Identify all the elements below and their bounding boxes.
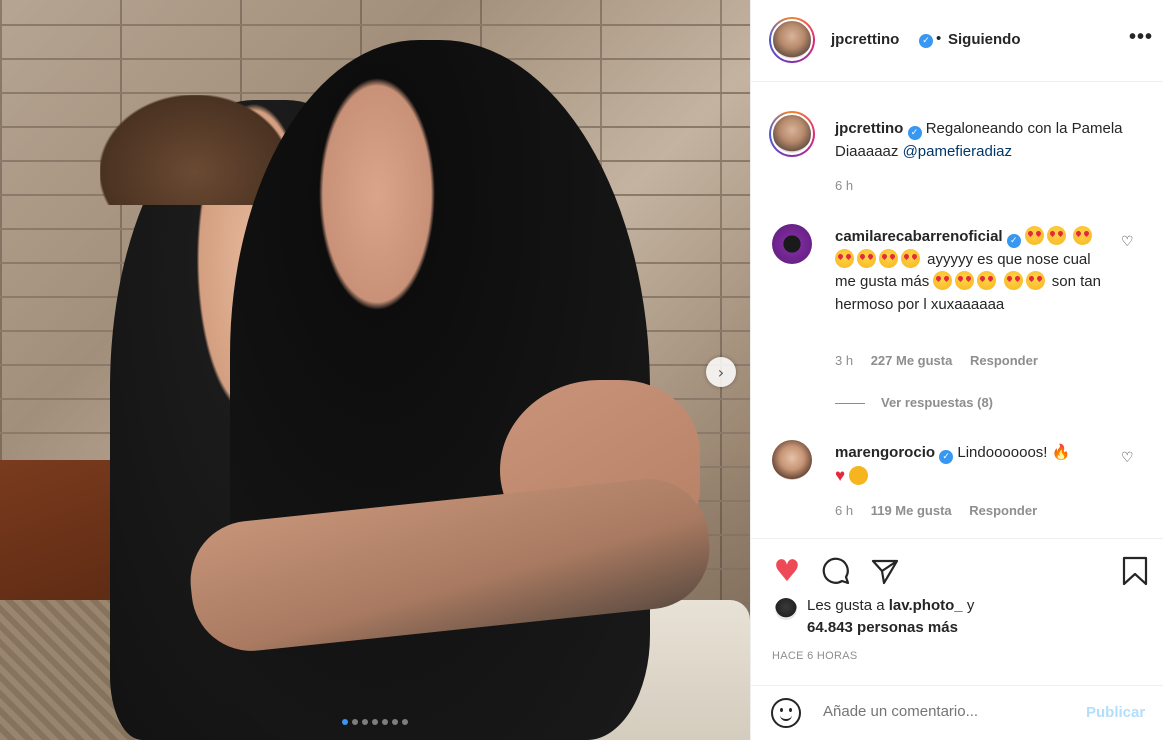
commenter-username[interactable]: camilarecabarrenoficial: [835, 228, 1003, 245]
author-avatar[interactable]: [769, 17, 815, 63]
comment-like-heart-icon[interactable]: ♡: [1121, 234, 1134, 250]
commenter-avatar[interactable]: [772, 224, 812, 264]
heart-eyes-emoji-icon: [1025, 271, 1045, 290]
comment-likes[interactable]: 119 Me gusta: [871, 503, 952, 518]
carousel-dot: [362, 719, 368, 725]
verified-badge-icon: ✓: [919, 34, 933, 48]
comment-text: camilarecabarrenoficial ✓ ayyyyy es que …: [835, 226, 1105, 316]
carousel-dot: [342, 719, 348, 725]
share-paper-plane-icon[interactable]: [869, 555, 901, 587]
post-actions: ♥: [751, 538, 1163, 602]
comment-reply-button[interactable]: Responder: [970, 353, 1038, 368]
carousel-next-button[interactable]: ›: [706, 357, 736, 387]
add-comment-bar: Publicar: [751, 685, 1163, 740]
heart-eyes-emoji-icon: [933, 271, 953, 290]
heart-eyes-emoji-icon: [1024, 226, 1044, 245]
comment-body: Lindoooooos!: [957, 444, 1048, 461]
comment-likes[interactable]: 227 Me gusta: [871, 353, 953, 368]
commenter-avatar[interactable]: [772, 440, 812, 480]
like-heart-icon[interactable]: ♥: [771, 554, 803, 589]
comment-icon[interactable]: [820, 555, 852, 587]
view-replies-button[interactable]: Ver respuestas (8): [835, 395, 993, 410]
post-header: jpcrettino ✓ • Siguiendo •••: [751, 0, 1163, 82]
likes-prefix: Les gusta a: [807, 597, 885, 614]
heart-eyes-emoji-icon: [1003, 271, 1023, 290]
view-replies-label: Ver respuestas (8): [881, 395, 994, 410]
heart-eyes-emoji-icon: [1046, 226, 1066, 245]
comment-reply-button[interactable]: Responder: [969, 503, 1037, 518]
more-options-icon[interactable]: •••: [1129, 26, 1153, 49]
caption-username[interactable]: jpcrettino: [835, 120, 903, 137]
liker-avatar[interactable]: [775, 598, 797, 620]
caption-time[interactable]: 6 h: [835, 178, 853, 193]
commenter-username[interactable]: marengorocio: [835, 444, 935, 461]
caption-avatar[interactable]: [769, 111, 815, 157]
heart-eyes-emoji-icon: [1073, 226, 1093, 245]
following-button[interactable]: Siguiendo: [948, 31, 1021, 48]
heart-eyes-emoji-icon: [901, 248, 920, 268]
fire-emoji-icon: 🔥: [1051, 444, 1071, 461]
red-heart-emoji-icon: ♥: [835, 465, 846, 485]
separator: •: [936, 30, 942, 47]
likes-count[interactable]: 64.843 personas más: [807, 619, 958, 636]
author-username[interactable]: jpcrettino: [831, 31, 899, 48]
carousel-dot: [392, 719, 398, 725]
comment-time[interactable]: 3 h: [835, 353, 853, 368]
carousel-dot: [402, 719, 408, 725]
heart-eyes-emoji-icon: [879, 248, 898, 268]
likes-text: Les gusta a lav.photo_ y 64.843 personas…: [807, 595, 1107, 639]
kiss-emoji-icon: [849, 465, 869, 485]
replies-line: [835, 403, 865, 405]
comment-meta: 3 h 227 Me gusta Responder: [835, 353, 1052, 368]
comment-input[interactable]: [823, 703, 1073, 720]
caption-mention[interactable]: @pamefieradiaz: [903, 143, 1012, 160]
save-bookmark-icon[interactable]: [1119, 555, 1151, 587]
heart-eyes-emoji-icon: [857, 248, 876, 268]
heart-eyes-emoji-icon: [835, 248, 854, 268]
chevron-right-icon: ›: [717, 362, 725, 382]
heart-eyes-emoji-icon: [977, 271, 997, 290]
heart-eyes-emoji-icon: [955, 271, 975, 290]
likes-connector: y: [966, 597, 975, 614]
post-side-panel: jpcrettino ✓ • Siguiendo ••• jpcrettino …: [750, 0, 1163, 740]
publish-button[interactable]: Publicar: [1086, 704, 1145, 721]
caption-text: jpcrettino ✓ Regaloneando con la Pamela …: [835, 117, 1135, 163]
liker-username[interactable]: lav.photo_: [889, 597, 963, 614]
emoji-picker-icon[interactable]: [771, 698, 801, 728]
comment-meta: 6 h 119 Me gusta Responder: [835, 503, 1051, 518]
verified-badge-icon: ✓: [1006, 234, 1021, 248]
carousel-dot: [382, 719, 388, 725]
comment-like-heart-icon[interactable]: ♡: [1121, 450, 1134, 466]
comment-text: marengorocio ✓ Lindoooooos! 🔥 ♥: [835, 442, 1105, 488]
posted-time[interactable]: HACE 6 HORAS: [772, 650, 858, 662]
verified-badge-icon: ✓: [939, 450, 954, 464]
carousel-dot: [372, 719, 378, 725]
post-photo[interactable]: ›: [0, 0, 750, 740]
carousel-dots: [0, 719, 750, 725]
carousel-dot: [352, 719, 358, 725]
verified-badge-icon: ✓: [907, 126, 922, 140]
comment-time[interactable]: 6 h: [835, 503, 853, 518]
